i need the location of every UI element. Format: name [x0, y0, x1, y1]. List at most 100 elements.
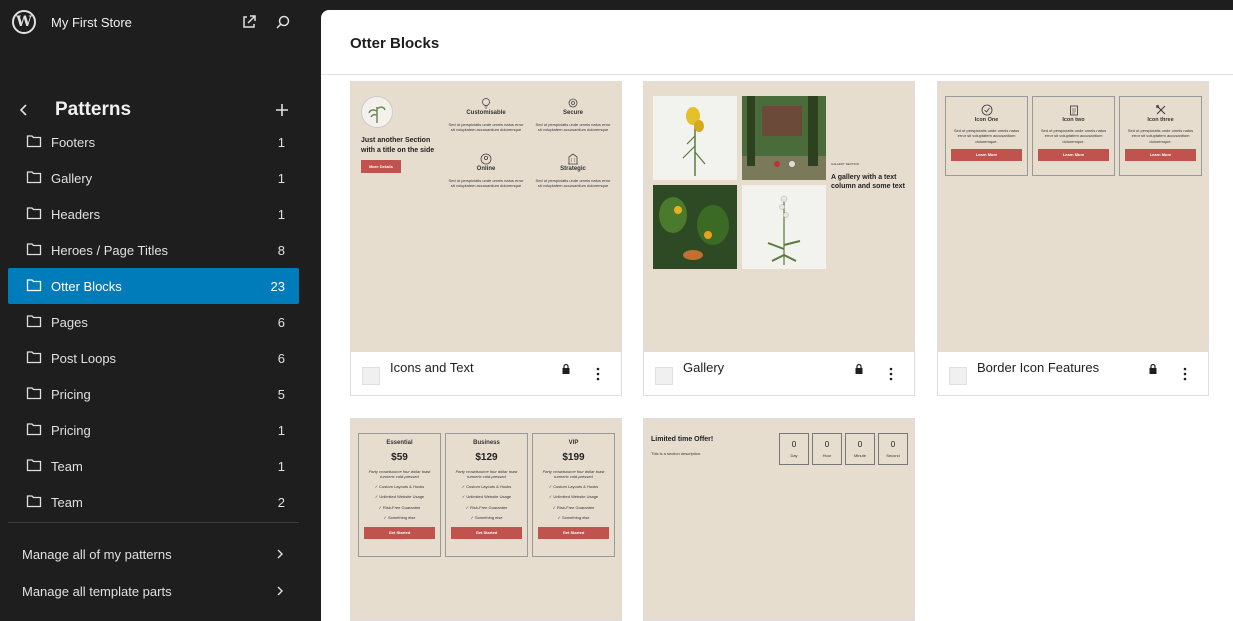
plan-feature-text: Custom Layouts & Hooks: [553, 484, 599, 490]
feature-text: Sed ut perspiciatis unde omnis natus err…: [448, 121, 524, 132]
plan-feature-text: Custom Layouts & Hooks: [379, 484, 425, 490]
category-count: 5: [277, 386, 285, 402]
folder-icon: [26, 350, 42, 364]
sidebar-category-item[interactable]: Team 2: [8, 484, 299, 520]
pattern-card[interactable]: Just another Section with a title on the…: [350, 81, 622, 396]
back-chevron-icon[interactable]: [14, 100, 34, 120]
manage-patterns-link[interactable]: Manage all of my patterns: [8, 536, 299, 572]
countdown-value: 0: [791, 440, 797, 449]
sidebar-category-item[interactable]: Otter Blocks 23: [8, 268, 299, 304]
folder-icon: [26, 314, 42, 328]
pattern-select-checkbox[interactable]: [949, 367, 967, 385]
plan-feature: ✓ Unlimited Website Usage: [533, 494, 614, 499]
pattern-select-checkbox[interactable]: [362, 367, 380, 385]
sidebar-category-item[interactable]: Post Loops 6: [8, 340, 299, 376]
pattern-select-checkbox[interactable]: [655, 367, 673, 385]
section-heading: Just another Section with a title on the…: [361, 137, 435, 154]
category-label: Pages: [51, 314, 88, 330]
divider: [8, 522, 299, 523]
pattern-title[interactable]: Icons and Text: [390, 360, 474, 375]
lock-icon: [853, 362, 865, 374]
countdown-unit: 0 Day: [779, 433, 809, 465]
category-count: 1: [277, 134, 285, 150]
countdown-value: 0: [857, 440, 863, 449]
sidebar-category-item[interactable]: Pricing 1: [8, 412, 299, 448]
chevron-right-icon: [273, 584, 287, 598]
feature-text: Sed ut perspiciatis unde omnis natus err…: [953, 128, 1020, 144]
pattern-card[interactable]: Limited time Offer! This is a section de…: [643, 418, 915, 621]
more-options-icon[interactable]: [1178, 365, 1192, 383]
sidebar-category-item[interactable]: Pricing 5: [8, 376, 299, 412]
icon-feature-box: Icon One Sed ut perspiciatis unde omnis …: [945, 96, 1028, 176]
site-title[interactable]: My First Store: [51, 15, 132, 30]
countdown-label: Day: [790, 453, 798, 459]
panel-title: Patterns: [55, 99, 132, 120]
sidebar-category-item[interactable]: Team 1: [8, 448, 299, 484]
pattern-card[interactable]: Essential $59 Party crowdsource four dolla…: [350, 418, 622, 621]
folder-icon: [26, 242, 42, 256]
manage-template-parts-link[interactable]: Manage all template parts: [8, 573, 299, 609]
sidebar-category-item[interactable]: Pages 6: [8, 304, 299, 340]
pattern-title[interactable]: Gallery: [683, 360, 724, 375]
building-icon: [566, 152, 580, 165]
pattern-preview[interactable]: Limited time Offer! This is a section de…: [643, 418, 915, 621]
pattern-card-footer: Icons and Text: [350, 352, 622, 396]
plan-feature-text: Something else: [474, 514, 503, 520]
category-count: 1: [277, 206, 285, 222]
sidebar-category-item[interactable]: Heroes / Page Titles 8: [8, 232, 299, 268]
plan-feature-text: Risk-Free Guarantee: [557, 504, 595, 510]
pattern-preview[interactable]: Icon One Sed ut perspiciatis unde omnis …: [937, 81, 1209, 352]
learn-more-button: Learn More: [951, 148, 1022, 161]
category-count: 2: [277, 494, 285, 510]
clipboard-icon: [1068, 103, 1080, 116]
category-label: Heroes / Page Titles: [51, 242, 169, 258]
category-label: Otter Blocks: [51, 278, 122, 294]
wordpress-logo-icon[interactable]: W: [12, 10, 36, 34]
category-label: Pricing: [51, 422, 91, 438]
countdown-value: 0: [890, 440, 896, 449]
feature-strategic: Strategic Sed ut perspiciatis unde omnis…: [533, 152, 613, 188]
plan-name: VIP: [568, 440, 579, 446]
countdown-label: Minute: [853, 453, 866, 459]
feature-title: Icon One: [974, 117, 999, 123]
more-options-icon[interactable]: [591, 365, 605, 383]
folder-icon: [26, 458, 42, 472]
lock-icon: [560, 362, 572, 374]
search-icon[interactable]: [273, 12, 293, 32]
add-pattern-icon[interactable]: [272, 100, 292, 120]
plan-feature-text: Custom Layouts & Hooks: [466, 484, 512, 490]
pattern-card[interactable]: GALLERY SECTION A gallery with a text co…: [643, 81, 915, 396]
sidebar-category-item[interactable]: Headers 1: [8, 196, 299, 232]
feature-online: Online Sed ut perspiciatis unde omnis na…: [446, 152, 526, 188]
category-count: 6: [277, 314, 285, 330]
category-count: 6: [277, 350, 285, 366]
countdown-description: This is a section description.: [651, 451, 702, 456]
more-options-icon[interactable]: [884, 365, 898, 383]
plan-tagline: Party crowdsource four dollar toast turm…: [542, 468, 605, 479]
category-label: Pricing: [51, 386, 91, 402]
category-count: 8: [277, 242, 285, 258]
pattern-title[interactable]: Border Icon Features: [977, 360, 1099, 375]
learn-more-button: Learn More: [1038, 148, 1109, 161]
feature-title: Strategic: [560, 166, 586, 172]
gallery-image-forest: [742, 96, 826, 180]
folder-icon: [26, 170, 42, 184]
pattern-preview[interactable]: Just another Section with a title on the…: [350, 81, 622, 352]
feature-customisable: Customisable Sed ut perspiciatis unde om…: [446, 96, 526, 132]
pattern-card[interactable]: Icon One Sed ut perspiciatis unde omnis …: [937, 81, 1209, 396]
plan-feature-text: Something else: [561, 514, 590, 520]
main-content: Otter Blocks Just another Section with a…: [321, 10, 1233, 621]
plan-price: $129: [475, 451, 498, 463]
pattern-preview[interactable]: GALLERY SECTION A gallery with a text co…: [643, 81, 915, 352]
category-count: 1: [277, 458, 285, 474]
external-link-icon[interactable]: [239, 12, 259, 32]
site-hub: W My First Store: [0, 0, 321, 46]
feature-text: Sed ut perspiciatis unde omnis natus err…: [1127, 128, 1194, 144]
sidebar-category-item[interactable]: Footers 1: [8, 124, 299, 160]
sidebar-category-item[interactable]: Gallery 1: [8, 160, 299, 196]
countdown-unit: 0 Second: [878, 433, 908, 465]
plan-feature: ✓ Something else: [359, 515, 440, 520]
plan-feature: ✓ Risk-Free Guarantee: [359, 505, 440, 510]
feature-text: Sed ut perspiciatis unde omnis natus err…: [535, 177, 611, 188]
pattern-preview[interactable]: Essential $59 Party crowdsource four dolla…: [350, 418, 622, 621]
